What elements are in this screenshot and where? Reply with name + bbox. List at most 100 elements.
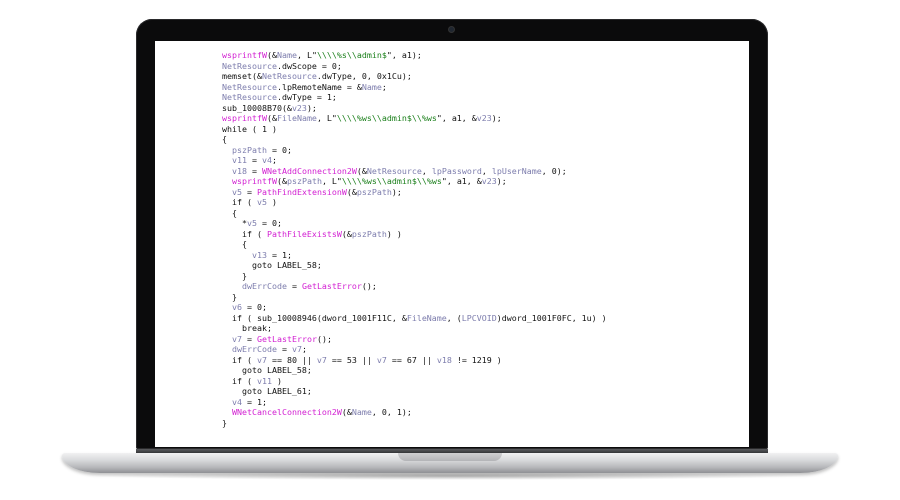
code-token: )	[266, 197, 277, 207]
code-token: v11	[232, 155, 247, 165]
laptop: wsprintfW(&Name, L"\\\\%s\\admin$", a1);…	[0, 0, 900, 500]
code-token: , L"	[296, 50, 317, 60]
code-token: if (	[222, 197, 257, 207]
code-token: =	[247, 155, 262, 165]
lid-opening-notch	[398, 453, 502, 461]
code-token: v7	[291, 344, 302, 354]
code-token: Name	[351, 407, 372, 417]
code-line: while ( 1 )	[222, 124, 607, 135]
code-token: ();	[316, 333, 332, 344]
code-token: NetResource	[222, 60, 277, 71]
code-token: v4	[232, 396, 242, 407]
code-token: \\\\%ws\\admin$\\%ws	[341, 176, 442, 186]
code-token: v11	[256, 375, 272, 386]
code-line: }	[222, 292, 607, 303]
code-token: == 53 ||	[326, 354, 377, 365]
code-token: , L"	[321, 176, 342, 186]
code-token: GetLastError	[301, 281, 362, 291]
code-token: PathFindExtensionW	[257, 186, 347, 197]
code-token: == 67 ||	[386, 354, 437, 365]
code-token: pszPath	[286, 176, 322, 186]
code-token: , 0);	[541, 165, 567, 176]
code-token: goto LABEL_61;	[222, 386, 312, 396]
code-token: NetResource	[261, 71, 317, 81]
code-token: v7	[232, 333, 242, 344]
code-token: sub_10008B70(&	[222, 102, 292, 113]
code-token: = 1;	[242, 396, 267, 407]
webcam-icon	[449, 27, 454, 32]
code-token: v5	[256, 197, 267, 207]
code-token: lpPassword	[431, 165, 482, 176]
code-line: wsprintfW(&pszPath, L"\\\\%ws\\admin$\\%…	[222, 176, 607, 187]
code-token: =	[276, 344, 292, 354]
code-token: );	[491, 113, 502, 123]
code-token: =	[247, 165, 262, 176]
code-token: ) )	[386, 228, 402, 239]
code-token: LPCVOID	[461, 312, 497, 323]
code-listing: wsprintfW(&Name, L"\\\\%s\\admin$", a1);…	[222, 50, 607, 428]
code-line: v11 = v4;	[222, 155, 607, 166]
code-line: break;	[222, 323, 607, 334]
code-line: dwErrCode = v7;	[222, 344, 607, 355]
code-token: = 0;	[256, 218, 282, 228]
code-token: v4	[262, 155, 272, 165]
code-token: Name	[361, 81, 382, 92]
code-token: (&	[341, 228, 352, 239]
code-token: );	[306, 102, 317, 113]
code-token: NetResource	[222, 92, 277, 102]
code-line: if ( v5 )	[222, 197, 607, 208]
code-token: .dwType, 0, 0x1Cu);	[316, 71, 412, 81]
code-token: v7	[256, 354, 267, 365]
code-line: v7 = GetLastError();	[222, 334, 607, 345]
code-token: goto LABEL_58;	[222, 260, 322, 270]
code-token: }	[222, 291, 237, 302]
code-token: FileName	[406, 312, 447, 323]
code-token: .dwType = 1;	[276, 92, 337, 102]
code-line: {	[222, 134, 607, 145]
code-token: v23	[481, 176, 497, 186]
code-token: if (	[222, 375, 257, 386]
code-token: .dwScope = 0;	[276, 60, 342, 71]
code-token: = 0;	[266, 144, 292, 155]
code-token: ;	[381, 81, 387, 92]
code-line: if ( PathFileExistsW(&pszPath) )	[222, 229, 607, 240]
code-token: {	[222, 134, 227, 144]
code-token: (&	[266, 50, 277, 60]
code-line: {	[222, 239, 607, 250]
code-token: , 0, 1);	[371, 407, 412, 417]
code-line: if ( v7 == 80 || v7 == 53 || v7 == 67 ||…	[222, 355, 607, 366]
code-token: = 0;	[242, 302, 267, 312]
code-token: dwErrCode	[232, 344, 277, 354]
code-line: v6 = 0;	[222, 302, 607, 313]
code-token: goto LABEL_58;	[222, 365, 312, 375]
code-token: ,	[421, 165, 432, 176]
code-token: v23	[476, 113, 492, 123]
code-token: );	[496, 176, 507, 186]
code-token: ;	[301, 344, 307, 354]
code-token: ;	[272, 155, 277, 165]
code-line: WNetCancelConnection2W(&Name, 0, 1);	[222, 407, 607, 418]
code-token: {	[222, 207, 237, 218]
code-line: v18 = WNetAddConnection2W(&NetResource , …	[222, 166, 607, 177]
code-token: if (	[222, 354, 257, 365]
code-token: (&	[346, 186, 357, 197]
code-token: pszPath	[351, 228, 387, 239]
code-token: v5	[232, 186, 242, 197]
code-token: ", a1);	[386, 50, 422, 60]
code-line: wsprintfW(&FileName, L"\\\\%ws\\admin$\\…	[222, 113, 607, 124]
code-token: wsprintfW	[232, 176, 277, 186]
code-token: (&	[356, 165, 367, 176]
code-line: wsprintfW(&Name, L"\\\\%s\\admin$", a1);	[222, 50, 607, 61]
code-token: PathFileExistsW	[266, 228, 342, 239]
laptop-screen: wsprintfW(&Name, L"\\\\%s\\admin$", a1);…	[155, 41, 749, 447]
code-token: ();	[361, 281, 377, 291]
code-token: break;	[222, 323, 272, 333]
code-token: {	[222, 239, 247, 249]
code-token: v5	[246, 218, 257, 228]
